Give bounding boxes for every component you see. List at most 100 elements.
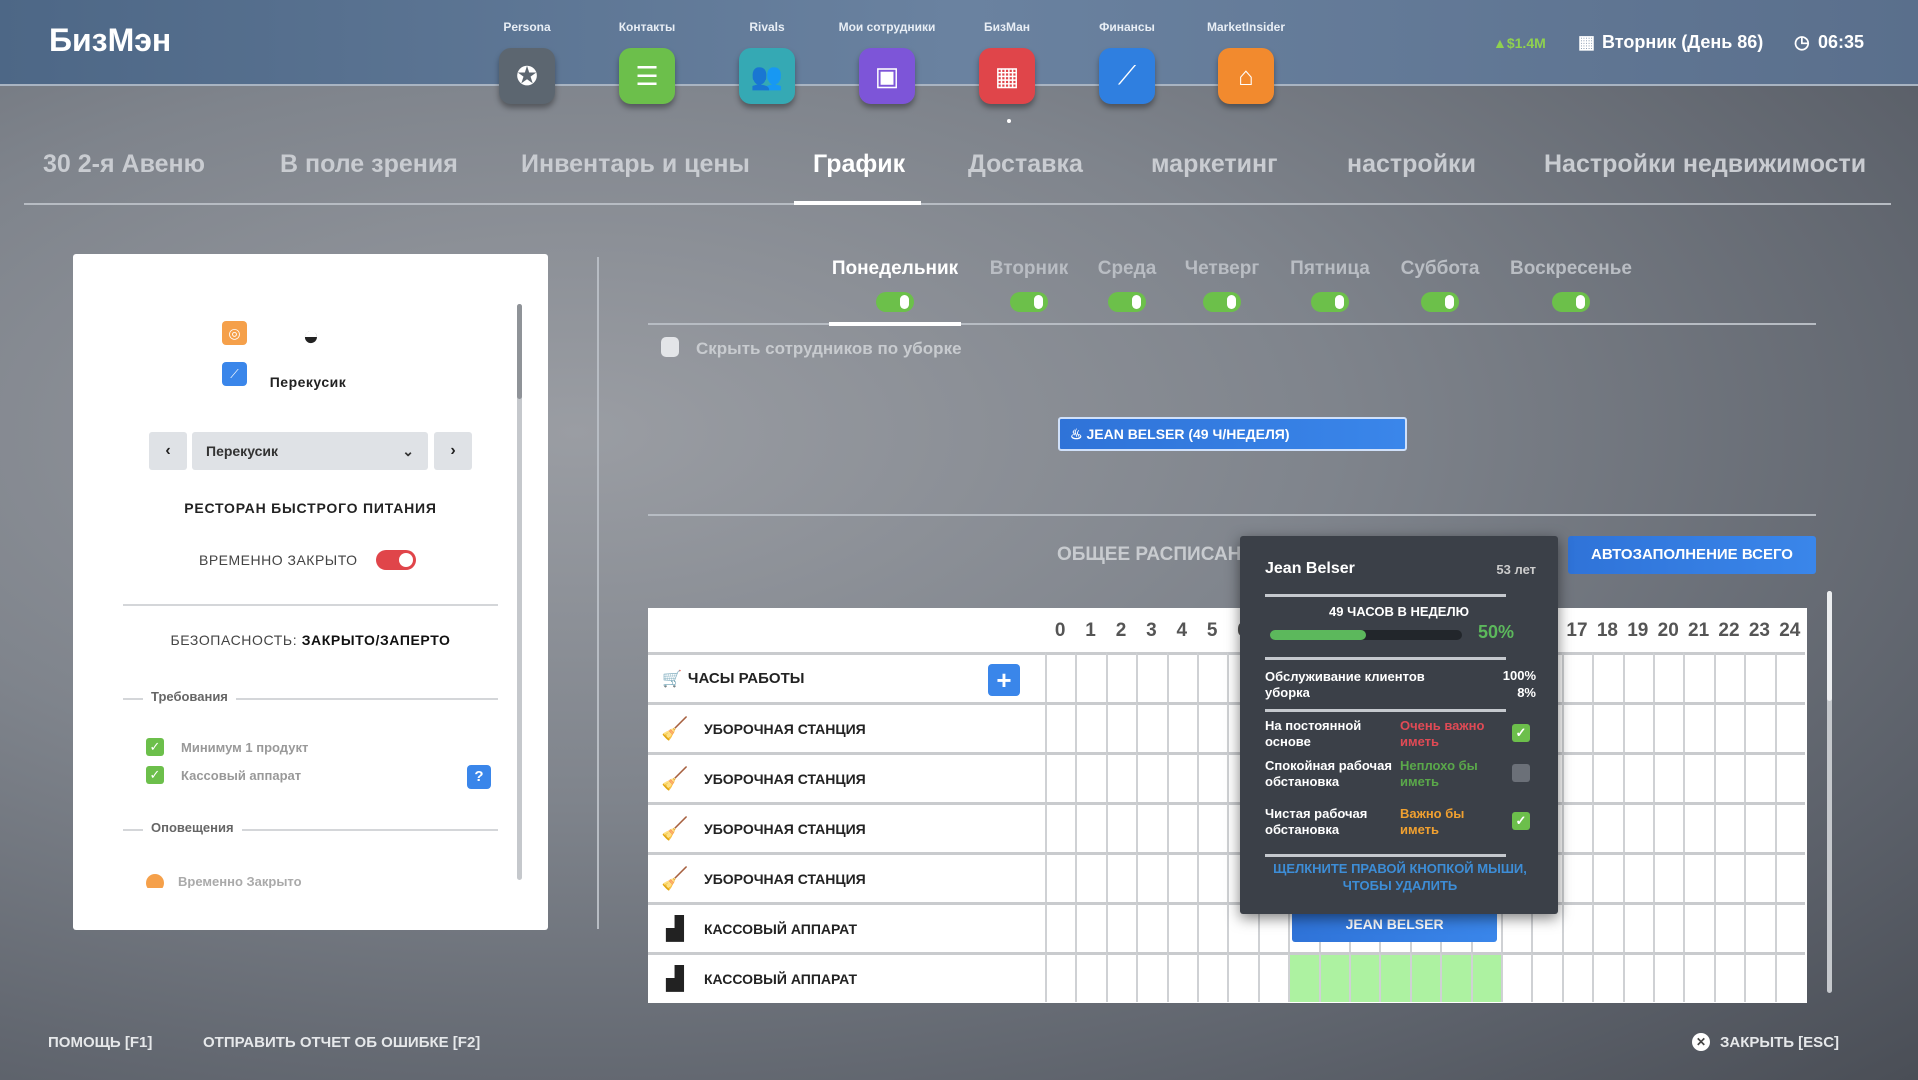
hour-cell[interactable] — [1197, 802, 1228, 852]
hour-cell[interactable] — [1349, 952, 1380, 1002]
hour-cell[interactable] — [1288, 952, 1319, 1002]
hour-cell[interactable] — [1470, 952, 1501, 1002]
hour-cell[interactable] — [1622, 752, 1653, 802]
hour-cell[interactable] — [1136, 802, 1167, 852]
hour-cell[interactable] — [1592, 852, 1623, 902]
app-button-1[interactable]: ☰ — [619, 48, 675, 104]
help-button[interactable]: ? — [467, 765, 491, 789]
hour-cell[interactable] — [1713, 852, 1745, 902]
hour-cell[interactable] — [1744, 752, 1775, 802]
tab-2[interactable]: Инвентарь и цены — [521, 150, 750, 179]
app-button-2[interactable]: 👥 — [739, 48, 795, 104]
tab-3[interactable]: График — [813, 150, 905, 179]
hour-cell[interactable] — [1653, 902, 1684, 952]
app-button-5[interactable]: ⟋ — [1099, 48, 1155, 104]
hour-cell[interactable] — [1105, 652, 1137, 702]
hour-cell[interactable] — [1105, 952, 1137, 1002]
hour-cell[interactable] — [1166, 852, 1197, 902]
hour-cell[interactable] — [1197, 952, 1228, 1002]
day-tab-5[interactable]: Суббота — [1401, 258, 1480, 280]
hour-cell[interactable] — [1561, 952, 1593, 1002]
hour-cell[interactable] — [1713, 902, 1745, 952]
day-open-toggle[interactable] — [1203, 292, 1241, 312]
schedule-scrollbar[interactable] — [1827, 591, 1832, 993]
hour-cell[interactable] — [1622, 902, 1653, 952]
hour-cell[interactable] — [1592, 952, 1623, 1002]
tab-4[interactable]: Доставка — [968, 150, 1083, 179]
tab-0[interactable]: 30 2-я Авеню — [43, 150, 205, 179]
tab-1[interactable]: В поле зрения — [280, 150, 458, 179]
hour-cell[interactable] — [1561, 752, 1593, 802]
hour-cell[interactable] — [1197, 852, 1228, 902]
hour-cell[interactable] — [1683, 902, 1714, 952]
hour-cell[interactable] — [1166, 802, 1197, 852]
hour-cell[interactable] — [1197, 652, 1228, 702]
hour-cell[interactable] — [1075, 702, 1106, 752]
hour-cell[interactable] — [1744, 702, 1775, 752]
hour-cell[interactable] — [1592, 902, 1623, 952]
hour-cell[interactable] — [1653, 802, 1684, 852]
hour-cell[interactable] — [1774, 752, 1805, 802]
help-link[interactable]: ПОМОЩЬ [F1] — [48, 1034, 152, 1051]
hour-cell[interactable] — [1774, 652, 1805, 702]
hour-cell[interactable] — [1075, 802, 1106, 852]
day-tab-2[interactable]: Среда — [1098, 258, 1157, 280]
hour-cell[interactable] — [1622, 802, 1653, 852]
hour-cell[interactable] — [1166, 752, 1197, 802]
hour-cell[interactable] — [1683, 952, 1714, 1002]
hour-cell[interactable] — [1713, 752, 1745, 802]
hour-cell[interactable] — [1683, 752, 1714, 802]
hour-cell[interactable] — [1744, 852, 1775, 902]
hour-cell[interactable] — [1075, 652, 1106, 702]
hour-cell[interactable] — [1653, 752, 1684, 802]
hour-cell[interactable] — [1379, 952, 1410, 1002]
hour-cell[interactable] — [1166, 902, 1197, 952]
add-hours-button[interactable]: + — [988, 664, 1020, 696]
temp-closed-toggle[interactable] — [376, 550, 416, 570]
hour-cell[interactable] — [1136, 652, 1167, 702]
hour-cell[interactable] — [1318, 952, 1349, 1002]
tab-7[interactable]: Настройки недвижимости — [1544, 150, 1866, 179]
hour-cell[interactable] — [1045, 852, 1076, 902]
hour-cell[interactable] — [1501, 952, 1532, 1002]
hour-cell[interactable] — [1166, 702, 1197, 752]
hour-cell[interactable] — [1622, 952, 1653, 1002]
prev-business-button[interactable]: ‹ — [149, 432, 187, 470]
hour-cell[interactable] — [1622, 652, 1653, 702]
hour-cell[interactable] — [1166, 952, 1197, 1002]
app-button-3[interactable]: ▣ — [859, 48, 915, 104]
close-icon[interactable]: ✕ — [1692, 1033, 1710, 1051]
target-icon[interactable]: ◎ — [222, 321, 247, 345]
hour-cell[interactable] — [1136, 902, 1167, 952]
hour-cell[interactable] — [1531, 952, 1562, 1002]
hour-cell[interactable] — [1136, 752, 1167, 802]
app-button-4[interactable]: ▦ — [979, 48, 1035, 104]
hour-cell[interactable] — [1561, 902, 1593, 952]
hour-cell[interactable] — [1713, 652, 1745, 702]
day-open-toggle[interactable] — [1552, 292, 1590, 312]
hour-cell[interactable] — [1774, 952, 1805, 1002]
day-open-toggle[interactable] — [1108, 292, 1146, 312]
day-tab-0[interactable]: Понедельник — [832, 258, 958, 280]
hour-cell[interactable] — [1774, 802, 1805, 852]
day-tab-3[interactable]: Четверг — [1185, 258, 1260, 280]
day-open-toggle[interactable] — [1311, 292, 1349, 312]
hour-cell[interactable] — [1592, 652, 1623, 702]
hour-cell[interactable] — [1045, 652, 1076, 702]
hour-cell[interactable] — [1774, 852, 1805, 902]
hour-cell[interactable] — [1744, 902, 1775, 952]
hour-cell[interactable] — [1105, 852, 1137, 902]
hour-cell[interactable] — [1653, 952, 1684, 1002]
hour-cell[interactable] — [1744, 802, 1775, 852]
hour-cell[interactable] — [1561, 702, 1593, 752]
hour-cell[interactable] — [1409, 952, 1441, 1002]
day-tab-1[interactable]: Вторник — [990, 258, 1068, 280]
hour-cell[interactable] — [1075, 852, 1106, 902]
hour-cell[interactable] — [1227, 952, 1258, 1002]
autofill-all-button[interactable]: АВТОЗАПОЛНЕНИЕ ВСЕГО — [1568, 536, 1816, 574]
tab-5[interactable]: маркетинг — [1151, 150, 1278, 179]
hour-cell[interactable] — [1257, 952, 1289, 1002]
hour-cell[interactable] — [1592, 752, 1623, 802]
day-open-toggle[interactable] — [1010, 292, 1048, 312]
hour-cell[interactable] — [1166, 652, 1197, 702]
